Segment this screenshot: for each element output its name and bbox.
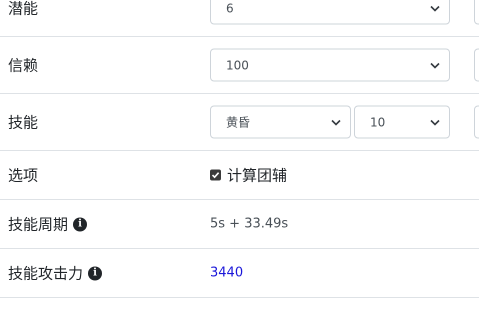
info-icon[interactable]: i <box>88 266 103 280</box>
trust-select[interactable]: 100 <box>210 48 450 82</box>
skill-cycle-value: 5s + 33.49s <box>210 216 289 232</box>
skill-cycle-label: 技能周期 i <box>8 214 88 235</box>
buff-checkbox-label: 计算团辅 <box>227 166 288 185</box>
buff-checkbox[interactable] <box>210 169 221 181</box>
check-icon <box>211 172 220 179</box>
row-skill-atk: 技能攻击力 i 3440 <box>0 249 479 298</box>
skill-atk-label: 技能攻击力 i <box>8 263 103 284</box>
row-trust: 信赖 100 <box>0 37 479 94</box>
chevron-down-icon <box>430 5 440 12</box>
potential-label: 潜能 <box>8 0 39 18</box>
row-options: 选项 计算团辅 <box>0 151 479 200</box>
operator-settings-form: 潜能 6 信赖 100 技能 黄昏 10 选项 计算团辅 技能周期 i 5s +… <box>0 0 479 298</box>
chevron-down-icon <box>331 119 341 126</box>
potential-select-value: 6 <box>226 1 234 15</box>
extra-select-partial[interactable] <box>474 48 479 82</box>
skill-atk-value: 3440 <box>210 265 244 281</box>
skill-select[interactable]: 黄昏 <box>210 105 351 139</box>
chevron-down-icon <box>430 62 440 69</box>
options-label: 选项 <box>8 166 39 185</box>
skill-atk-label-text: 技能攻击力 <box>8 264 84 283</box>
skill-label: 技能 <box>8 113 39 132</box>
extra-select-partial[interactable] <box>474 0 479 25</box>
trust-label: 信赖 <box>8 56 39 75</box>
skill-cycle-label-text: 技能周期 <box>8 215 69 234</box>
skill-select-value: 黄昏 <box>226 115 251 130</box>
extra-select-partial[interactable] <box>474 105 479 139</box>
row-skill: 技能 黄昏 10 <box>0 94 479 151</box>
row-skill-cycle: 技能周期 i 5s + 33.49s <box>0 200 479 249</box>
chevron-down-icon <box>430 119 440 126</box>
potential-select[interactable]: 6 <box>210 0 450 25</box>
skill-level-select-value: 10 <box>370 115 386 129</box>
buff-checkbox-option[interactable]: 计算团辅 <box>210 165 287 186</box>
info-icon[interactable]: i <box>73 217 88 231</box>
trust-select-value: 100 <box>226 58 249 72</box>
skill-level-select[interactable]: 10 <box>354 105 450 139</box>
row-potential: 潜能 6 <box>0 0 479 37</box>
